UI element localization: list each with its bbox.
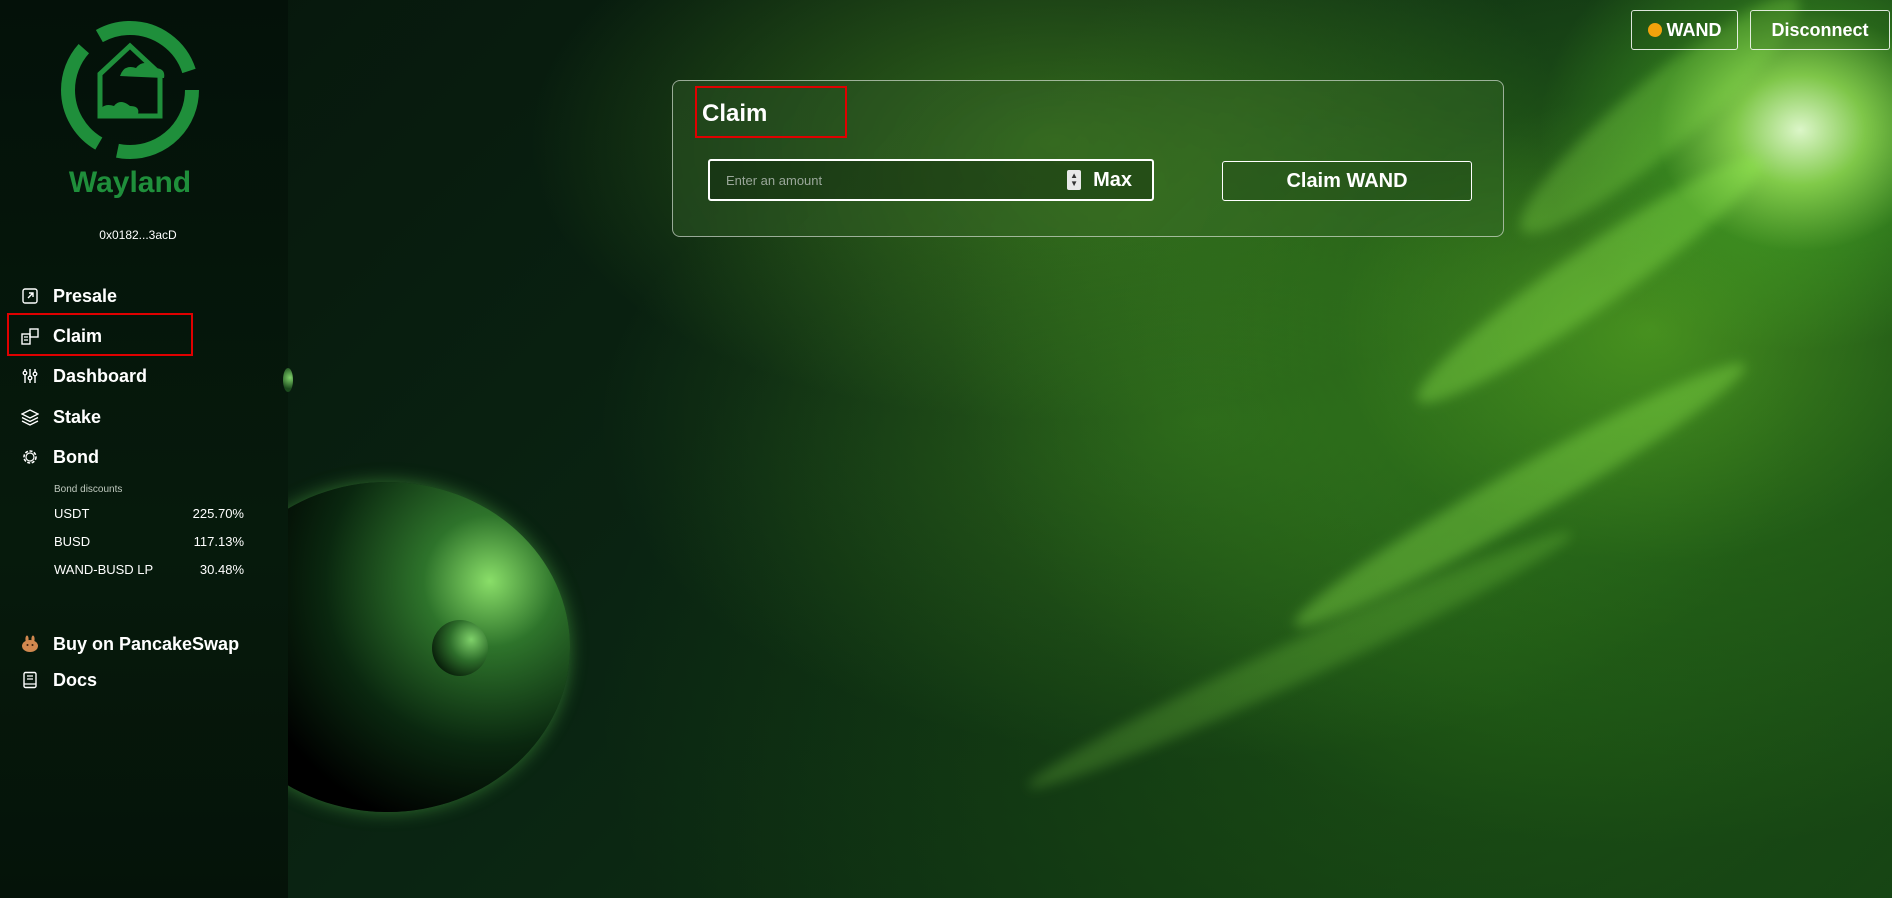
wand-token-label: WAND: [1666, 19, 1722, 40]
sidebar-item-label: Bond: [53, 446, 99, 467]
disconnect-button[interactable]: Disconnect: [1750, 10, 1890, 50]
sidebar-item-stake[interactable]: Stake: [20, 402, 101, 432]
bond-name: WAND-BUSD LP: [54, 562, 154, 577]
gear-icon: [20, 447, 40, 467]
sliders-icon: [20, 366, 40, 386]
buy-pancakeswap-link[interactable]: Buy on PancakeSwap: [20, 629, 239, 659]
sidebar-item-dashboard[interactable]: Dashboard: [20, 361, 147, 391]
distant-moon-image: [283, 368, 293, 392]
max-button[interactable]: Max: [1093, 169, 1132, 192]
bond-discount-row[interactable]: WAND-BUSD LP 30.48%: [54, 562, 244, 577]
bond-discount-value: 30.48%: [199, 562, 244, 577]
claim-card-title: Claim: [702, 100, 768, 127]
wand-token-button[interactable]: WAND: [1631, 10, 1738, 50]
bond-discount-row[interactable]: BUSD 117.13%: [54, 534, 244, 549]
number-stepper-icon[interactable]: ▲ ▼: [1067, 170, 1082, 190]
app-root: Wayland 0x0182...3acD Presale Claim Dash…: [0, 0, 1892, 898]
sidebar: Wayland 0x0182...3acD Presale Claim Dash…: [0, 0, 288, 898]
sidebar-link-label: Docs: [53, 669, 98, 690]
sidebar-item-label: Presale: [53, 285, 118, 306]
amount-input-field[interactable]: ▲ ▼ Max: [708, 159, 1154, 201]
sidebar-item-label: Stake: [53, 406, 102, 427]
sidebar-link-label: Buy on PancakeSwap: [53, 633, 240, 654]
pancake-icon: [20, 634, 40, 654]
claim-wand-button[interactable]: Claim WAND: [1222, 161, 1472, 201]
external-link-icon: [20, 286, 40, 306]
bond-discount-row[interactable]: USDT 225.70%: [54, 506, 244, 521]
sidebar-item-presale[interactable]: Presale: [20, 281, 117, 311]
book-icon: [20, 670, 40, 690]
annotation-highlight-box: [7, 313, 193, 356]
bond-discount-value: 225.70%: [192, 506, 244, 521]
token-dot-icon: [1647, 23, 1662, 37]
stepper-down-icon: ▼: [1070, 179, 1079, 188]
sidebar-item-bond[interactable]: Bond: [20, 442, 99, 472]
bond-discount-value: 117.13%: [193, 534, 244, 549]
bond-name: BUSD: [54, 534, 91, 549]
layers-icon: [20, 407, 40, 427]
amount-input[interactable]: [710, 160, 1068, 200]
bond-name: USDT: [54, 506, 90, 521]
docs-link[interactable]: Docs: [20, 665, 97, 695]
wayland-logo-icon: [61, 21, 199, 159]
moon-image: [432, 620, 488, 676]
wallet-address: 0x0182...3acD: [99, 228, 177, 242]
brand-name: Wayland: [68, 166, 192, 199]
bond-discounts-label: Bond discounts: [54, 484, 123, 495]
sidebar-item-label: Dashboard: [53, 365, 148, 386]
